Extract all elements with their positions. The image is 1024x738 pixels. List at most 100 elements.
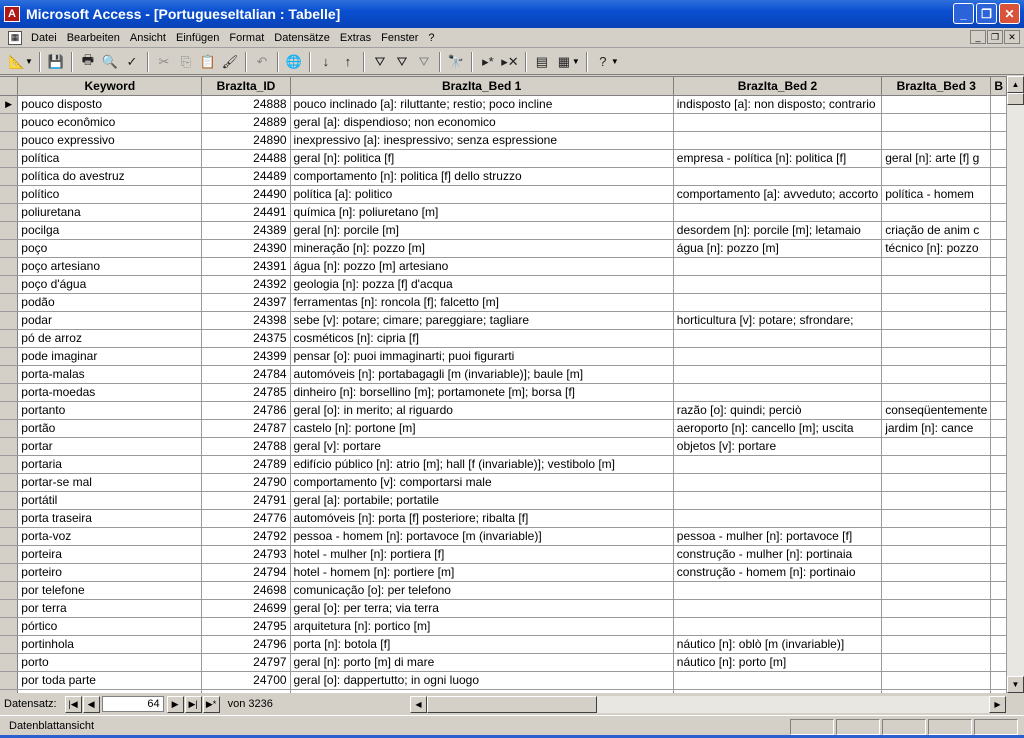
cell-bed3[interactable]: geral [n]: arte [f] g <box>881 149 992 168</box>
record-selector[interactable] <box>0 545 19 564</box>
cell-bed2[interactable]: objetos [v]: portare <box>673 437 883 456</box>
cell-partial[interactable] <box>990 95 1007 114</box>
cell-keyword[interactable]: portinhola <box>17 635 203 654</box>
sort-descending-icon[interactable]: ↑ <box>337 51 359 73</box>
filter-by-selection-icon[interactable]: ⛛ <box>369 51 391 73</box>
cell-keyword[interactable]: porto <box>17 653 203 672</box>
undo-icon[interactable]: ↶ <box>251 51 273 73</box>
table-row[interactable]: por terra 24699 geral [o]: per terra; via … <box>0 599 1007 618</box>
cell-id[interactable]: 24491 <box>201 203 291 222</box>
cell-bed2[interactable] <box>673 599 883 618</box>
cell-partial[interactable] <box>990 275 1007 294</box>
cell-bed2[interactable] <box>673 671 883 690</box>
record-selector[interactable] <box>0 473 19 492</box>
table-row[interactable]: portar 24788 geral [v]: portare objetos [v]… <box>0 437 1007 456</box>
cell-partial[interactable] <box>990 437 1007 456</box>
cell-keyword[interactable]: por telefone <box>17 581 203 600</box>
find-icon[interactable]: 🔭 <box>445 51 467 73</box>
cell-bed3[interactable] <box>881 365 992 384</box>
print-icon[interactable]: 🖶 <box>77 51 99 73</box>
cell-bed1[interactable]: geral [o]: per terra; via terra <box>290 599 674 618</box>
cell-id[interactable]: 24794 <box>201 563 291 582</box>
record-selector[interactable] <box>0 185 19 204</box>
vertical-scroll-thumb[interactable] <box>1007 93 1024 105</box>
cell-bed1[interactable]: hotel - homem [n]: portiere [m] <box>290 563 674 582</box>
cell-bed2[interactable] <box>673 113 883 132</box>
cell-partial[interactable] <box>990 239 1007 258</box>
record-selector[interactable] <box>0 347 19 366</box>
cell-bed2[interactable]: náutico [n]: porto [m] <box>673 653 883 672</box>
table-row[interactable]: porto 24797 geral [n]: porto [m] di mare ná… <box>0 653 1007 672</box>
cell-id[interactable]: 24787 <box>201 419 291 438</box>
cell-partial[interactable] <box>990 455 1007 474</box>
cell-id[interactable]: 24398 <box>201 311 291 330</box>
cell-bed3[interactable] <box>881 311 992 330</box>
scroll-down-icon[interactable]: ▼ <box>1007 676 1024 693</box>
menu-bearbeiten[interactable]: Bearbeiten <box>62 29 125 47</box>
select-all-corner[interactable] <box>0 77 19 96</box>
record-number-input[interactable] <box>101 696 164 712</box>
cell-keyword[interactable]: porta-voz <box>17 527 203 546</box>
cell-bed1[interactable]: inexpressivo [a]: inespressivo; senza es… <box>290 131 674 150</box>
table-row[interactable]: porteira 24793 hotel - mulher [n]: portier… <box>0 545 1007 564</box>
cell-bed2[interactable]: comportamento [a]: avveduto; accorto <box>673 185 883 204</box>
record-selector[interactable] <box>0 167 19 186</box>
cell-bed2[interactable]: razão [o]: quindi; perciò <box>673 401 883 420</box>
record-selector[interactable] <box>0 293 19 312</box>
cell-id[interactable]: 24791 <box>201 491 291 510</box>
cell-bed2[interactable] <box>673 473 883 492</box>
cell-id[interactable]: 24392 <box>201 275 291 294</box>
cell-bed3[interactable] <box>881 671 992 690</box>
cell-bed1[interactable]: comunicação [o]: per telefono <box>290 581 674 600</box>
cell-keyword[interactable]: portar-se mal <box>17 473 203 492</box>
cell-keyword[interactable]: porta-moedas <box>17 383 203 402</box>
table-row[interactable]: poliuretana 24491 química [n]: poliuretano… <box>0 203 1007 222</box>
cell-id[interactable]: 24797 <box>201 653 291 672</box>
cell-bed2[interactable]: água [n]: pozzo [m] <box>673 239 883 258</box>
cell-bed2[interactable] <box>673 581 883 600</box>
table-row[interactable]: político 24490 política [a]: politico compo… <box>0 185 1007 204</box>
cell-bed3[interactable] <box>881 437 992 456</box>
table-row[interactable]: porta-voz 24792 pessoa - homem [n]: portav… <box>0 527 1007 546</box>
cell-partial[interactable] <box>990 635 1007 654</box>
record-selector[interactable] <box>0 149 19 168</box>
record-selector[interactable] <box>0 491 19 510</box>
cell-bed3[interactable] <box>881 509 992 528</box>
cell-bed2[interactable]: pessoa - mulher [n]: portavoce [f] <box>673 527 883 546</box>
cell-bed2[interactable] <box>673 347 883 366</box>
format-painter-icon[interactable]: 🖌 <box>219 51 241 73</box>
cell-id[interactable]: 24785 <box>201 383 291 402</box>
table-row[interactable]: pouco econômico 24889 geral [a]: dispendio… <box>0 113 1007 132</box>
cell-partial[interactable] <box>990 491 1007 510</box>
column-header-bed3[interactable]: BrazIta_Bed 3 <box>881 77 992 96</box>
cell-partial[interactable] <box>990 365 1007 384</box>
column-header-keyword[interactable]: Keyword <box>17 77 203 96</box>
cell-bed3[interactable] <box>881 563 992 582</box>
table-row[interactable]: portão 24787 castelo [n]: portone [m] aerop… <box>0 419 1007 438</box>
record-selector[interactable] <box>0 383 19 402</box>
cell-bed1[interactable]: pessoa - homem [n]: portavoce [m (invari… <box>290 527 674 546</box>
cell-partial[interactable] <box>990 113 1007 132</box>
cell-bed1[interactable]: automóveis [n]: porta [f] posteriore; ri… <box>290 509 674 528</box>
table-row[interactable]: pouco expressivo 24890 inexpressivo [a]: i… <box>0 131 1007 150</box>
cell-id[interactable]: 24784 <box>201 365 291 384</box>
cell-id[interactable]: 24786 <box>201 401 291 420</box>
cell-bed1[interactable]: comportamento [v]: comportarsi male <box>290 473 674 492</box>
new-record-icon[interactable]: ▸* <box>477 51 499 73</box>
table-row[interactable]: porta traseira 24776 automóveis [n]: porta… <box>0 509 1007 528</box>
column-header-partial[interactable]: B <box>990 77 1007 96</box>
cell-keyword[interactable]: portátil <box>17 491 203 510</box>
cell-bed1[interactable]: geral [a]: portabile; portatile <box>290 491 674 510</box>
cell-id[interactable]: 24889 <box>201 113 291 132</box>
filter-by-form-icon[interactable]: ⛛ <box>391 51 413 73</box>
record-selector[interactable] <box>0 311 19 330</box>
menu-format[interactable]: Format <box>224 29 269 47</box>
cell-bed1[interactable]: edifício público [n]: atrio [m]; hall [f… <box>290 455 674 474</box>
table-row[interactable]: poço d'água 24392 geologia [n]: pozza [f] … <box>0 275 1007 294</box>
cell-bed1[interactable]: arquitetura [n]: portico [m] <box>290 617 674 636</box>
cell-id[interactable]: 24793 <box>201 545 291 564</box>
cell-bed3[interactable] <box>881 545 992 564</box>
cell-bed1[interactable]: ferramentas [n]: roncola [f]; falcetto [… <box>290 293 674 312</box>
cell-partial[interactable] <box>990 581 1007 600</box>
cell-bed2[interactable] <box>673 203 883 222</box>
